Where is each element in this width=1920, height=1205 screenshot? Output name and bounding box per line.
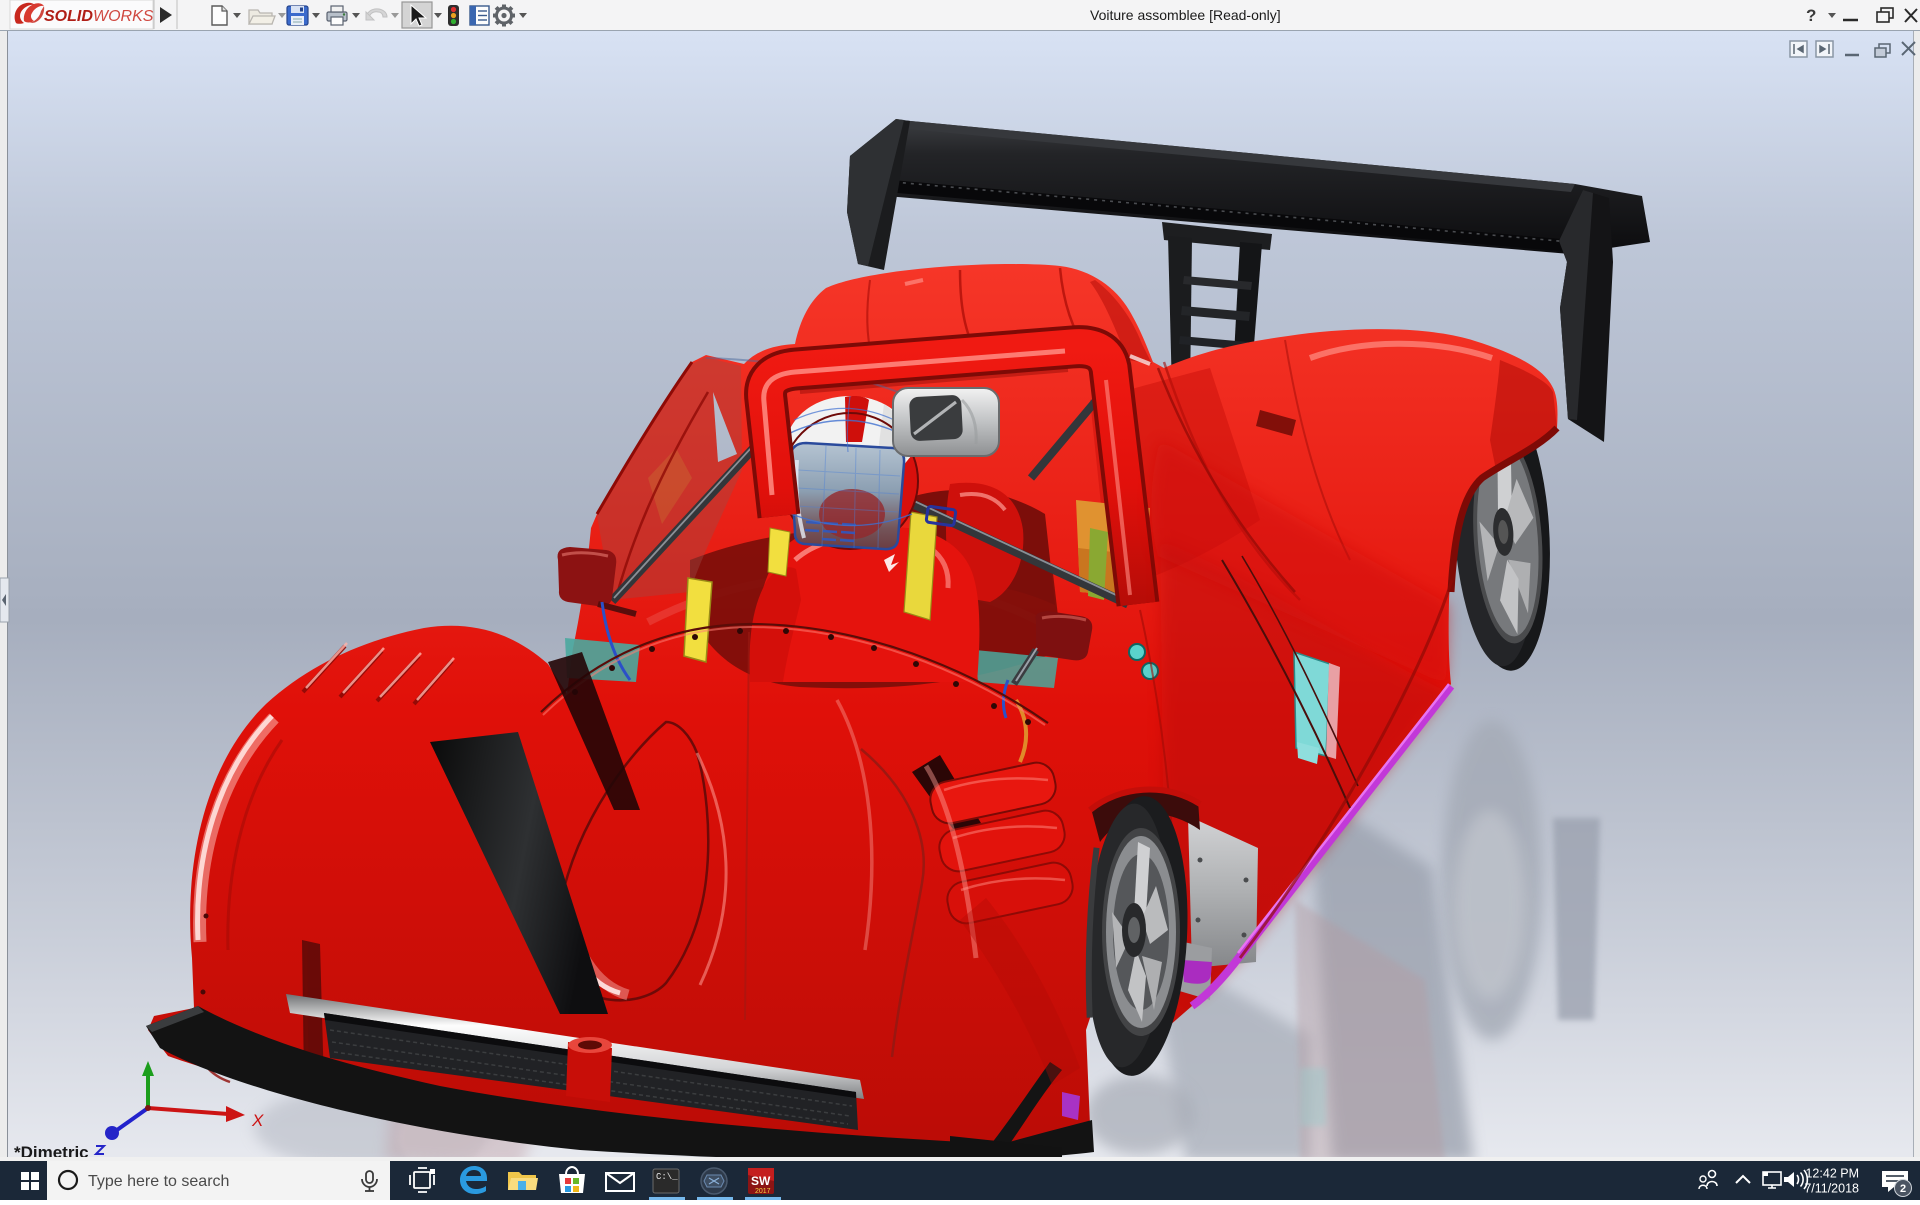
svg-text:Voiture assomblee [Read-only]: Voiture assomblee [Read-only]: [1090, 7, 1281, 23]
svg-text:12:42 PM: 12:42 PM: [1805, 1167, 1859, 1181]
svg-text:C:\_: C:\_: [656, 1172, 678, 1182]
svg-text:WORKS: WORKS: [93, 8, 154, 25]
svg-text:SW: SW: [751, 1174, 771, 1188]
svg-text:7/11/2018: 7/11/2018: [1804, 1182, 1859, 1196]
svg-text:SOLID: SOLID: [44, 8, 93, 25]
svg-text:2: 2: [1900, 1183, 1906, 1195]
svg-text:X: X: [251, 1111, 264, 1130]
svg-text:Type here to search: Type here to search: [88, 1173, 229, 1190]
svg-text:?: ?: [1806, 6, 1816, 25]
svg-text:2017: 2017: [755, 1188, 771, 1195]
